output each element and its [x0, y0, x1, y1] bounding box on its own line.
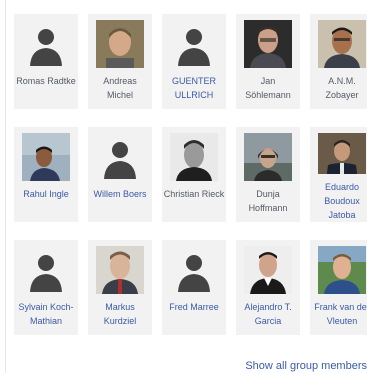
- member-card[interactable]: Dunja Hoffmann: [236, 127, 300, 222]
- avatar-photo: [96, 20, 144, 68]
- avatar-placeholder: [22, 246, 70, 294]
- avatar-photo: [244, 133, 292, 181]
- member-name[interactable]: Jan Söhlemann: [237, 74, 299, 102]
- member-photo-icon: [96, 20, 144, 68]
- avatar-placeholder: [170, 246, 218, 294]
- person-silhouette-icon: [104, 142, 136, 179]
- member-card[interactable]: Eduardo Boudoux Jatoba: [310, 127, 367, 222]
- avatar-photo: [318, 20, 366, 68]
- person-silhouette-icon: [178, 29, 210, 66]
- member-photo-icon: [318, 133, 366, 174]
- avatar-photo: [318, 246, 366, 294]
- member-card[interactable]: Willem Boers: [88, 127, 152, 222]
- avatar-photo: [244, 246, 292, 294]
- person-silhouette-icon: [30, 29, 62, 66]
- person-silhouette-icon: [30, 255, 62, 292]
- member-name[interactable]: Rahul Ingle: [15, 187, 77, 201]
- member-name[interactable]: Eduardo Boudoux Jatoba: [311, 180, 367, 222]
- member-card[interactable]: Andreas Michel: [88, 14, 152, 109]
- member-grid: Romas Radtke Andreas Michel GUENTER ULLR…: [14, 14, 367, 335]
- avatar-placeholder: [22, 20, 70, 68]
- left-border: [5, 0, 6, 373]
- avatar-placeholder: [96, 133, 144, 181]
- member-photo-icon: [96, 246, 144, 294]
- member-name[interactable]: Andreas Michel: [89, 74, 151, 102]
- member-card[interactable]: Frank van der Vleuten: [310, 240, 367, 335]
- member-name[interactable]: GUENTER ULLRICH: [163, 74, 225, 102]
- member-name[interactable]: Frank van der Vleuten: [311, 300, 367, 328]
- member-name[interactable]: Markus Kurdziel: [89, 300, 151, 328]
- member-photo-icon: [318, 20, 366, 68]
- member-card[interactable]: Alejandro T. Garcia: [236, 240, 300, 335]
- member-photo-icon: [244, 133, 292, 181]
- member-photo-icon: [244, 20, 292, 68]
- member-name[interactable]: Alejandro T. Garcia: [237, 300, 299, 328]
- member-photo-icon: [22, 133, 70, 181]
- member-name[interactable]: Romas Radtke: [15, 74, 77, 88]
- member-card[interactable]: A.N.M. Zobayer: [310, 14, 367, 109]
- member-name[interactable]: A.N.M. Zobayer: [311, 74, 367, 102]
- avatar-photo: [96, 246, 144, 294]
- member-card[interactable]: Jan Söhlemann: [236, 14, 300, 109]
- person-silhouette-icon: [178, 255, 210, 292]
- member-card[interactable]: Rahul Ingle: [14, 127, 78, 222]
- member-photo-icon: [170, 133, 218, 181]
- member-card[interactable]: GUENTER ULLRICH: [162, 14, 226, 109]
- member-card[interactable]: Fred Marree: [162, 240, 226, 335]
- member-card[interactable]: Christian Rieck: [162, 127, 226, 222]
- member-card[interactable]: Markus Kurdziel: [88, 240, 152, 335]
- member-photo-icon: [318, 246, 366, 294]
- avatar-photo: [244, 20, 292, 68]
- show-all-members-link[interactable]: Show all group members: [245, 360, 367, 372]
- avatar-placeholder: [170, 20, 218, 68]
- member-name[interactable]: Sylvain Koch-Mathian: [15, 300, 77, 328]
- member-card[interactable]: Romas Radtke: [14, 14, 78, 109]
- avatar-photo: [170, 133, 218, 181]
- member-name[interactable]: Dunja Hoffmann: [237, 187, 299, 215]
- member-photo-icon: [244, 246, 292, 294]
- member-name[interactable]: Christian Rieck: [163, 187, 225, 201]
- avatar-photo: [22, 133, 70, 181]
- avatar-photo: [318, 133, 366, 174]
- member-name[interactable]: Willem Boers: [89, 187, 151, 201]
- member-name[interactable]: Fred Marree: [163, 300, 225, 314]
- member-card[interactable]: Sylvain Koch-Mathian: [14, 240, 78, 335]
